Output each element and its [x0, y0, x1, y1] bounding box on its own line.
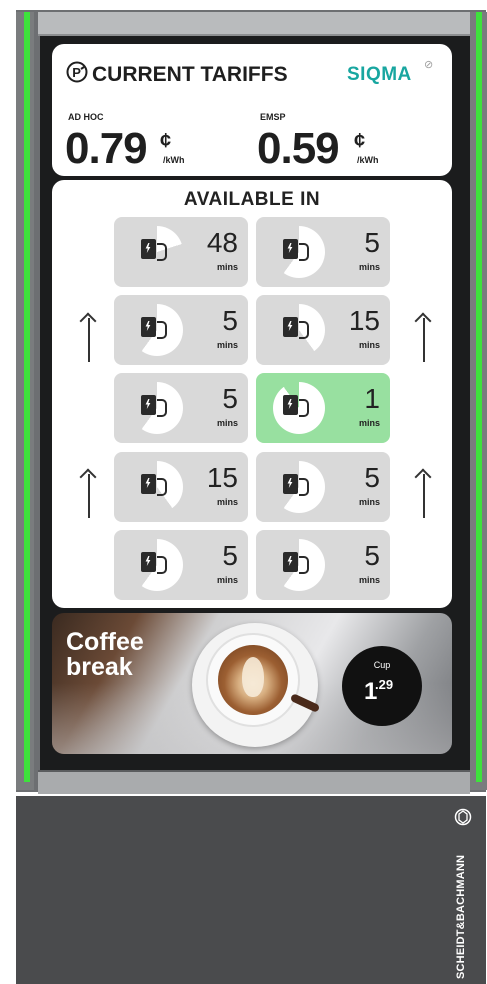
- charger-tile[interactable]: 1 mins: [256, 373, 390, 443]
- charger-plug-icon: [283, 317, 298, 337]
- latte-leaf: [242, 657, 264, 697]
- price-decimal: .29: [375, 677, 394, 692]
- wait-time-value: 5: [222, 383, 238, 414]
- promo-title-line1: Coffee: [66, 628, 144, 656]
- wait-time-value: 15: [348, 305, 380, 336]
- availability-title: AVAILABLE IN: [183, 189, 321, 210]
- charger-plug-icon: [283, 552, 298, 572]
- charger-tile[interactable]: 5 mins: [256, 452, 390, 522]
- wait-time-value: 5: [364, 462, 380, 493]
- charger-plug-icon: [141, 395, 156, 415]
- charger-plug-icon: [283, 239, 298, 259]
- emsp-label: EMSP: [260, 112, 286, 122]
- wait-time-unit: mins: [216, 340, 238, 350]
- emsp-unit: /kWh: [357, 155, 379, 165]
- charger-cable-icon: [157, 399, 167, 417]
- up-arrow-icon: [414, 312, 434, 364]
- tariffs-card: P CURRENT TARIFFS SIQMA ⊘ AD HOC 0.79 ¢ …: [52, 44, 452, 176]
- availability-card: AVAILABLE IN 48 mins 5 mins 5 mins 15 mins 5 mins…: [52, 180, 452, 608]
- charger-cable-icon: [299, 243, 309, 261]
- charger-tile[interactable]: 5 mins: [114, 373, 248, 443]
- charger-plug-icon: [141, 317, 156, 337]
- top-bezel: [38, 12, 470, 36]
- wait-time-value: 5: [222, 305, 238, 336]
- charger-cable-icon: [157, 478, 167, 496]
- charger-cable-icon: [157, 243, 167, 261]
- up-arrow-icon: [79, 312, 99, 364]
- wait-time-unit: mins: [216, 418, 238, 428]
- bottom-bezel: [38, 770, 470, 794]
- emsp-currency: ¢: [354, 130, 366, 152]
- wait-time-value: 1: [364, 383, 380, 414]
- charger-plug-icon: [141, 239, 156, 259]
- wait-time-value: 5: [222, 540, 238, 571]
- wait-time-unit: mins: [216, 497, 238, 507]
- charger-cable-icon: [157, 556, 167, 574]
- charger-tile[interactable]: 15 mins: [114, 452, 248, 522]
- svg-text:P: P: [72, 65, 81, 80]
- charger-tile[interactable]: 48 mins: [114, 217, 248, 287]
- adhoc-price: 0.79: [65, 124, 148, 173]
- brand-logo: SIQMA: [347, 64, 412, 85]
- brand-mark-icon: ⊘: [424, 59, 434, 71]
- wait-time-unit: mins: [358, 575, 380, 585]
- wait-time-unit: mins: [358, 497, 380, 507]
- charger-plug-icon: [283, 474, 298, 494]
- adhoc-currency: ¢: [160, 130, 172, 152]
- tariffs-title: CURRENT TARIFFS: [92, 63, 288, 86]
- charger-tile[interactable]: 15 mins: [256, 295, 390, 365]
- charger-tile[interactable]: 5 mins: [256, 217, 390, 287]
- charger-cable-icon: [299, 556, 309, 574]
- wait-time-unit: mins: [216, 575, 238, 585]
- vendor-name: SCHEIDT&BACHMANN: [455, 854, 467, 979]
- charger-plug-icon: [141, 552, 156, 572]
- price-label: Cup: [373, 660, 391, 670]
- kiosk-base: [16, 796, 486, 984]
- charger-plug-icon: [141, 474, 156, 494]
- vendor-logo: SCHEIDT&BACHMANN: [440, 808, 480, 984]
- promo-title-line2: break: [66, 653, 133, 681]
- charger-cable-icon: [157, 321, 167, 339]
- charger-tile[interactable]: 5 mins: [114, 530, 248, 600]
- wait-time-value: 5: [364, 540, 380, 571]
- wait-time-value: 15: [206, 462, 238, 493]
- charger-cable-icon: [299, 399, 309, 417]
- vendor-emblem-icon: [454, 808, 472, 826]
- emsp-price: 0.59: [257, 124, 340, 173]
- wait-time-unit: mins: [358, 340, 380, 350]
- charger-tile[interactable]: 5 mins: [114, 295, 248, 365]
- price-badge: Cup 1 .29: [342, 646, 422, 726]
- charger-plug-icon: [283, 395, 298, 415]
- up-arrow-icon: [414, 468, 434, 520]
- charger-cable-icon: [299, 478, 309, 496]
- wait-time-unit: mins: [358, 418, 380, 428]
- left-status-light: [24, 12, 30, 782]
- adhoc-unit: /kWh: [163, 155, 185, 165]
- wait-time-unit: mins: [358, 262, 380, 272]
- up-arrow-icon: [79, 468, 99, 520]
- charger-cable-icon: [299, 321, 309, 339]
- wait-time-unit: mins: [216, 262, 238, 272]
- parking-icon: P: [66, 61, 88, 83]
- wait-time-value: 48: [206, 227, 238, 258]
- charger-tile[interactable]: 5 mins: [256, 530, 390, 600]
- coffee-promo-card[interactable]: Coffee break Cup 1 .29: [52, 613, 452, 754]
- promo-title: Coffee break: [66, 630, 144, 680]
- right-status-light: [476, 12, 482, 782]
- adhoc-label: AD HOC: [68, 112, 104, 122]
- wait-time-value: 5: [364, 227, 380, 258]
